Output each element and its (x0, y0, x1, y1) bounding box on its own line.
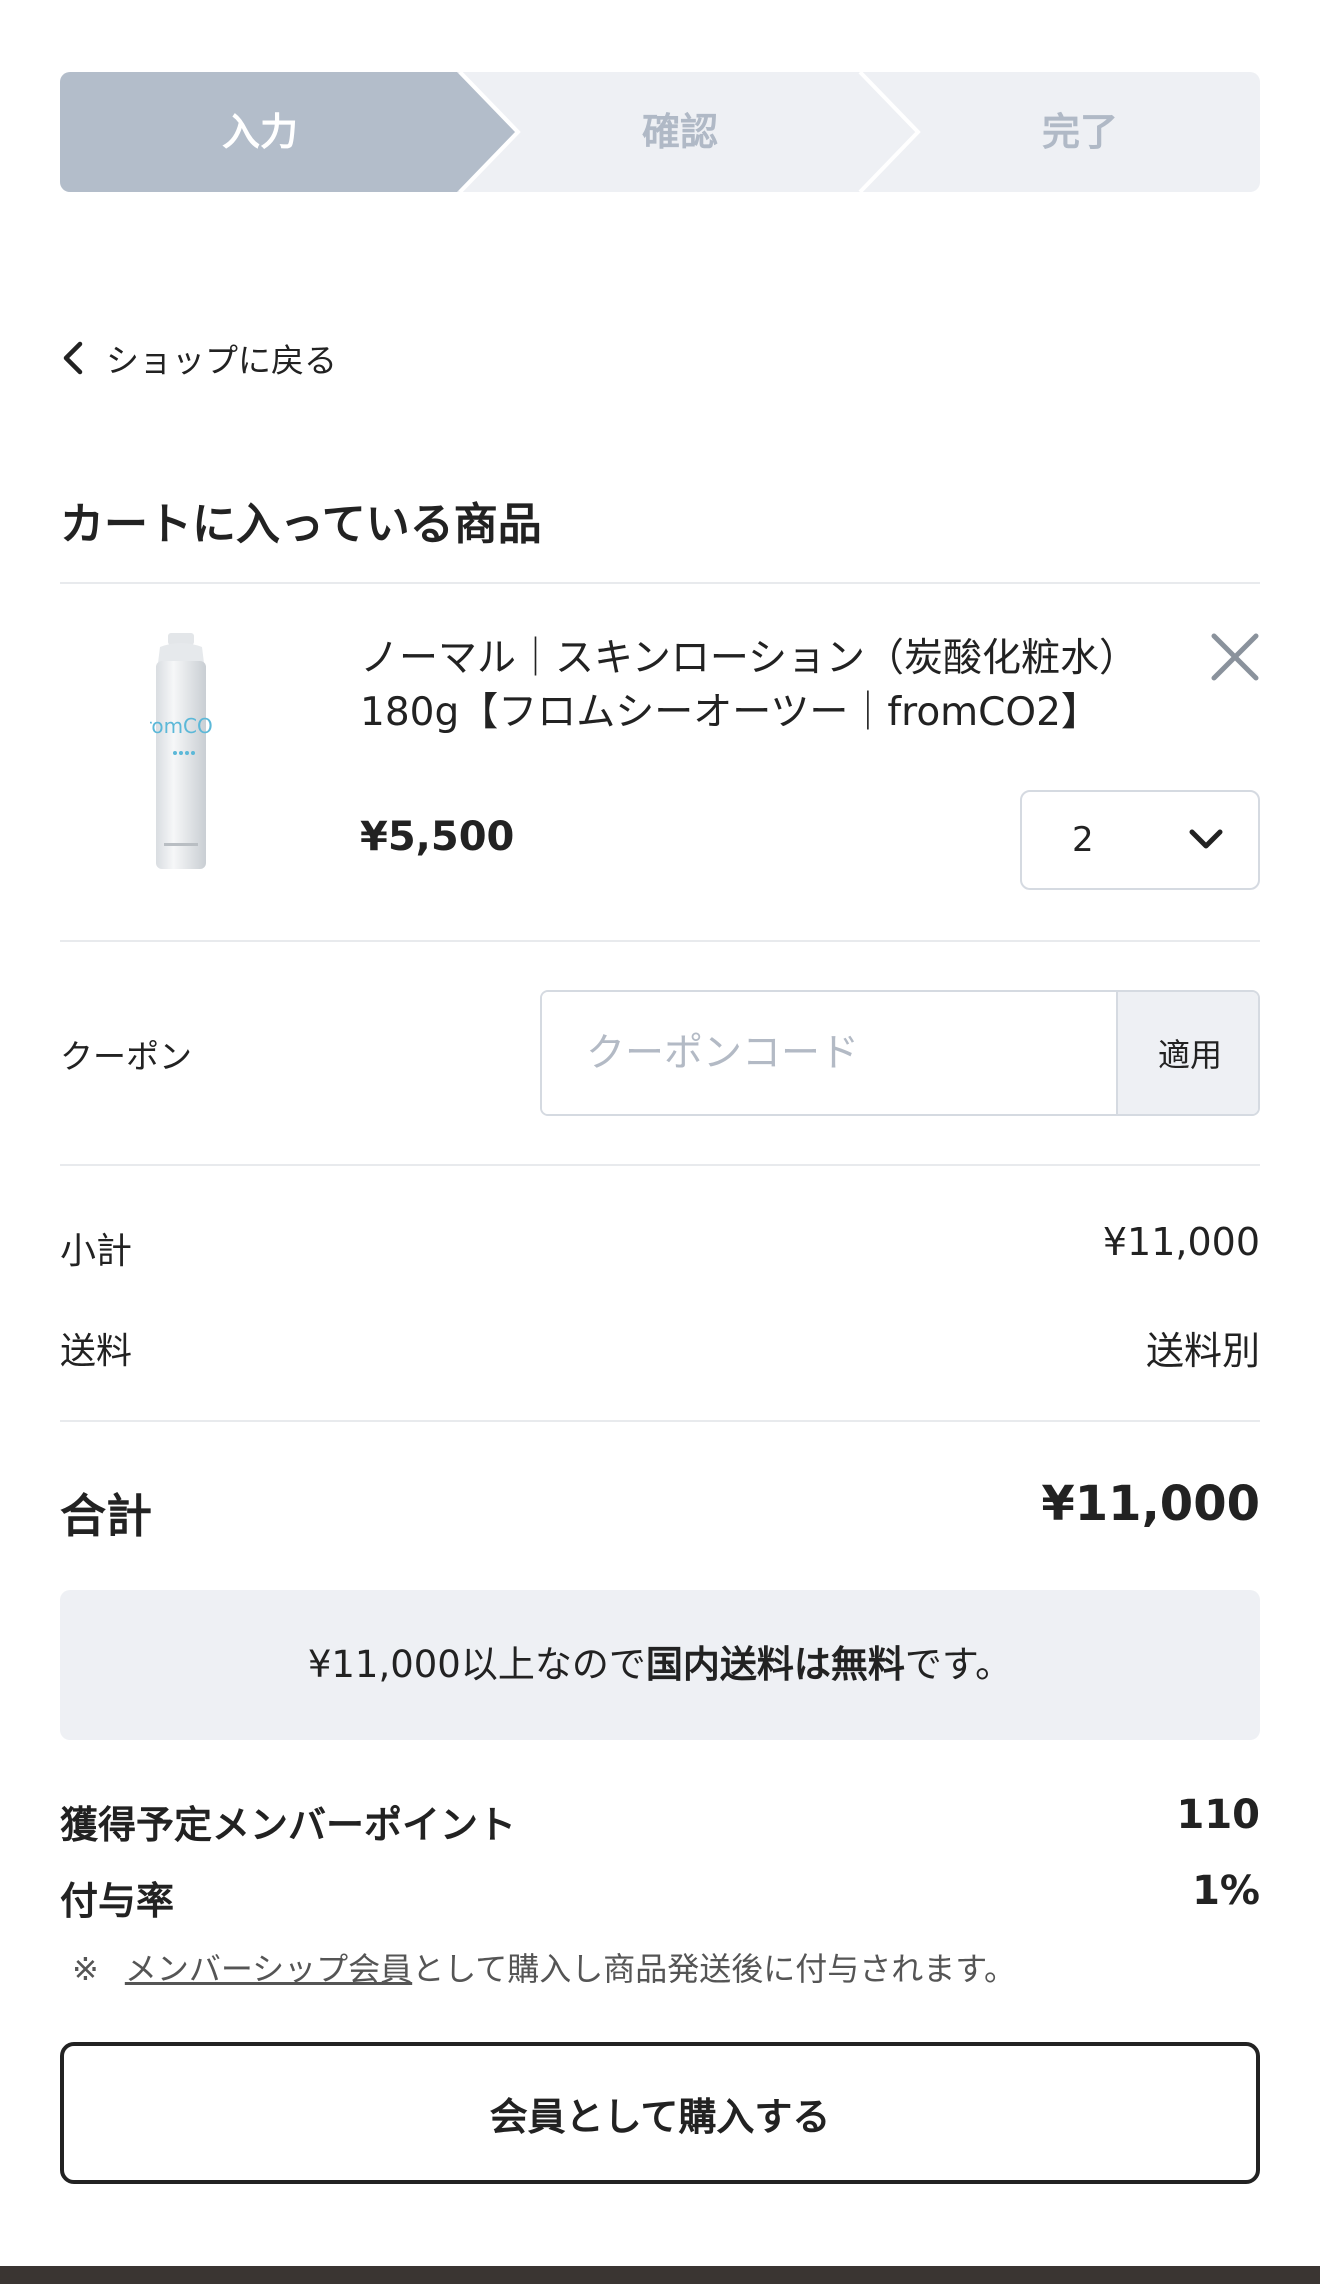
divider (60, 582, 1260, 584)
notice-bold: 国内送料は無料 (645, 1643, 905, 1686)
points-note: ※ メンバーシップ会員として購入し商品発送後に付与されます。 (72, 1944, 1016, 1990)
shipping-label: 送料 (60, 1331, 133, 1372)
apply-coupon-button[interactable]: 適用 (1116, 992, 1258, 1114)
notice-prefix: ¥11,000以上なので (307, 1643, 646, 1686)
coupon-form: 適用 (540, 990, 1260, 1116)
subtotal-label: 小計 (60, 1231, 133, 1272)
product-price: ¥5,500 (360, 814, 515, 860)
notice-suffix: です。 (904, 1643, 1013, 1686)
cart-title: カートに入っている商品 (60, 499, 542, 550)
points-rate-value: 1% (1192, 1868, 1260, 1914)
divider (60, 1164, 1260, 1166)
note-mark: ※ (72, 1950, 99, 1988)
chevron-down-icon (1189, 829, 1223, 849)
chevron-left-icon (63, 341, 83, 375)
step-input: 入力 (221, 110, 298, 154)
membership-link[interactable]: メンバーシップ会員 (125, 1950, 412, 1988)
shipping-value: 送料別 (1145, 1329, 1260, 1373)
product-name[interactable]: ノーマル｜スキンローション（炭酸化粧水）180g【フロムシーオーツー｜fromC… (360, 632, 1180, 740)
total-label: 合計 (60, 1489, 152, 1543)
product-image: fromCO2 (137, 633, 225, 875)
quantity-select[interactable]: 2 (1020, 790, 1260, 890)
checkout-steps: 入力 確認 完了 (60, 72, 1260, 192)
back-to-shop-link[interactable]: ショップに戻る (60, 336, 337, 380)
note-text: として購入し商品発送後に付与されます。 (412, 1950, 1017, 1988)
points-earn-label: 獲得予定メンバーポイント (60, 1803, 517, 1847)
divider (60, 1420, 1260, 1422)
quantity-value: 2 (1072, 820, 1094, 860)
points-earn-value: 110 (1176, 1792, 1261, 1838)
free-shipping-notice: ¥11,000以上なので国内送料は無料です。 (60, 1590, 1260, 1740)
purchase-as-member-button[interactable]: 会員として購入する (60, 2042, 1260, 2184)
coupon-code-input[interactable] (542, 992, 1116, 1114)
points-rate-label: 付与率 (60, 1879, 175, 1923)
subtotal-value: ¥11,000 (1102, 1220, 1260, 1264)
step-complete: 完了 (1041, 110, 1118, 154)
product-image-logo: fromCO2 (150, 714, 212, 738)
back-link-label: ショップに戻る (106, 341, 337, 380)
close-icon[interactable] (1208, 630, 1262, 684)
coupon-label: クーポン (60, 1037, 192, 1076)
footer-strip (0, 2266, 1320, 2284)
total-value: ¥11,000 (1041, 1476, 1260, 1532)
step-confirm: 確認 (641, 110, 718, 154)
divider (60, 940, 1260, 942)
